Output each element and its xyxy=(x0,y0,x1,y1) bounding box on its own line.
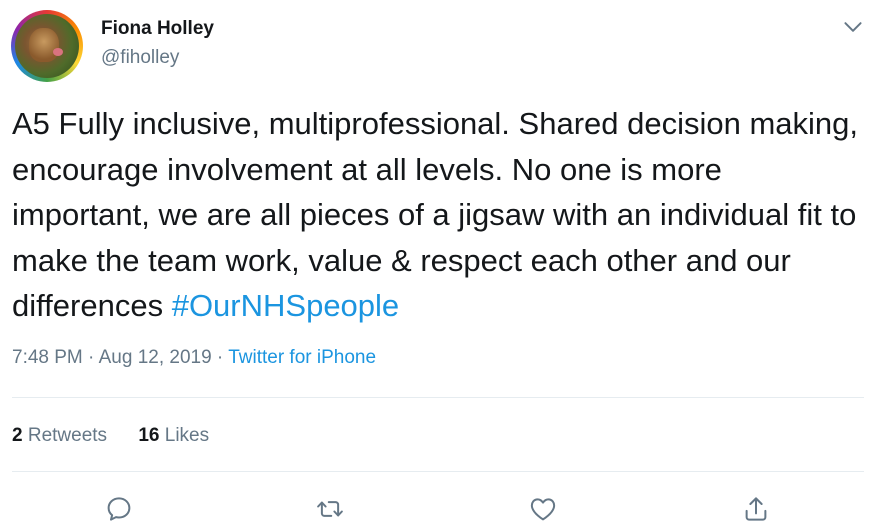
likes-count: 16 xyxy=(138,425,160,446)
tweet-meta: 7:48 PM · Aug 12, 2019 · Twitter for iPh… xyxy=(12,347,376,369)
tweet-card: Fiona Holley @fiholley A5 Fully inclusiv… xyxy=(0,0,875,531)
like-button[interactable] xyxy=(528,494,558,524)
hashtag-link[interactable]: #OurNHSpeople xyxy=(172,288,399,323)
avatar[interactable] xyxy=(11,10,83,82)
meta-separator: · xyxy=(82,347,99,368)
reply-button[interactable] xyxy=(104,494,134,524)
chevron-down-icon xyxy=(844,22,862,32)
tweet-time[interactable]: 7:48 PM xyxy=(12,347,83,368)
retweets-stat[interactable]: 2 Retweets xyxy=(12,425,107,447)
retweets-count: 2 xyxy=(12,425,23,446)
heart-icon xyxy=(530,498,556,521)
divider xyxy=(12,471,864,472)
reply-icon xyxy=(107,497,131,521)
likes-label: Likes xyxy=(164,425,210,446)
share-button[interactable] xyxy=(741,494,771,524)
divider xyxy=(12,397,864,398)
author-handle[interactable]: @fiholley xyxy=(101,47,179,69)
tweet-date[interactable]: Aug 12, 2019 xyxy=(99,347,212,368)
likes-stat[interactable]: 16 Likes xyxy=(138,425,209,447)
more-options-button[interactable] xyxy=(840,14,866,40)
tweet-body: A5 Fully inclusive, multiprofessional. S… xyxy=(12,106,859,323)
retweet-icon xyxy=(317,501,343,517)
meta-separator: · xyxy=(211,347,229,368)
share-icon xyxy=(745,497,767,521)
tweet-text: A5 Fully inclusive, multiprofessional. S… xyxy=(12,101,862,329)
retweets-label: Retweets xyxy=(27,425,108,446)
tweet-stats: 2 Retweets 16 Likes xyxy=(12,425,235,447)
author-name[interactable]: Fiona Holley xyxy=(101,18,214,40)
avatar-photo xyxy=(15,14,79,78)
retweet-button[interactable] xyxy=(315,494,345,524)
tweet-source-link[interactable]: Twitter for iPhone xyxy=(228,347,376,368)
